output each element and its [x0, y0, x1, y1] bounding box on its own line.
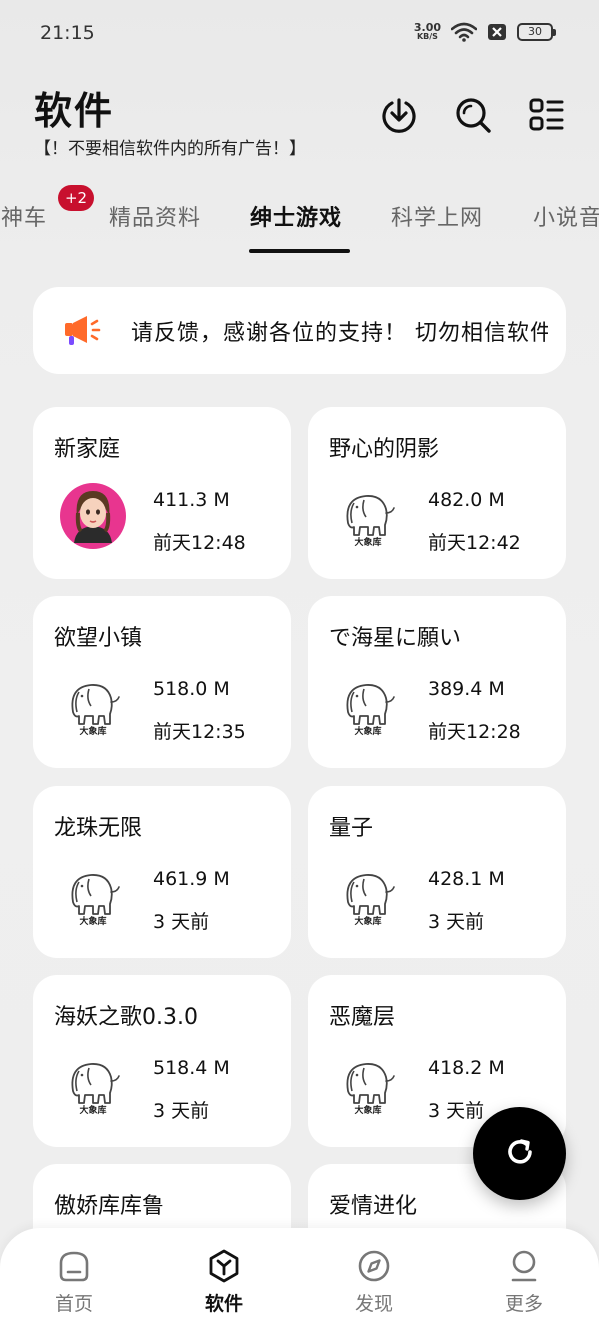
list-menu-icon[interactable] [527, 95, 567, 135]
tab-item-4[interactable]: 小说音 [533, 200, 599, 232]
tab-item-2-active[interactable]: 绅士游戏 [250, 200, 342, 232]
app-name: 傲娇库库鲁 [54, 1194, 165, 1219]
elephant-logo-text: 大象库 [354, 727, 382, 737]
app-updated-time: 前天12:48 [153, 532, 246, 554]
app-name: 爱情进化 [329, 1194, 418, 1219]
refresh-button[interactable] [473, 1107, 566, 1200]
app-updated-time: 前天12:35 [153, 721, 246, 743]
nav-software[interactable]: 软件 [184, 1248, 264, 1316]
app-updated-time: 3 天前 [428, 1100, 485, 1122]
nav-home[interactable]: 首页 [34, 1248, 114, 1316]
tab-badge: +2 [58, 185, 94, 211]
app-name: 龙珠无限 [54, 816, 143, 841]
app-size: 518.4 M [153, 1057, 230, 1079]
nav-software-label: 软件 [204, 1293, 243, 1315]
app-size: 411.3 M [153, 489, 230, 511]
search-icon[interactable] [453, 95, 493, 135]
elephant-logo-icon: 大象库 [60, 1051, 126, 1117]
active-tab-indicator [249, 249, 350, 253]
network-speed-unit: KB/S [416, 32, 438, 41]
compass-icon [334, 1248, 414, 1284]
announcement-bar[interactable]: 请反馈，感谢各位的支持！ 切勿相信软件内的所有广告！ [33, 287, 566, 374]
tab-item-0[interactable]: 时神车 [0, 200, 47, 232]
network-speed-value: 3.00 [413, 21, 441, 34]
tab-item-1[interactable]: 精品资料 [109, 200, 201, 232]
app-updated-time: 3 天前 [153, 911, 210, 933]
app-updated-time: 3 天前 [428, 911, 485, 933]
app-card[interactable]: 野心的阴影大象库 482.0 M 前天12:42 [308, 407, 566, 579]
elephant-logo-icon: 大象库 [60, 862, 126, 928]
tab-item-3[interactable]: 科学上网 [391, 200, 483, 232]
app-size: 461.9 M [153, 868, 230, 890]
app-size: 428.1 M [428, 868, 505, 890]
app-size: 418.2 M [428, 1057, 505, 1079]
announcement-text: 请反馈，感谢各位的支持！ 切勿相信软件内的所有广告！ [131, 321, 548, 346]
app-size: 482.0 M [428, 489, 505, 511]
download-icon[interactable] [379, 95, 419, 135]
elephant-logo-text: 大象库 [79, 1106, 107, 1116]
app-card[interactable]: 海妖之歌0.3.0 大象库 518.4 M 3 天前 [33, 975, 291, 1147]
app-name: 野心的阴影 [329, 437, 440, 462]
nav-home-label: 首页 [54, 1293, 93, 1315]
nav-more[interactable]: 更多 [484, 1248, 564, 1316]
elephant-logo-text: 大象库 [354, 1106, 382, 1116]
elephant-logo-text: 大象库 [354, 538, 382, 548]
no-sim-icon [487, 23, 507, 41]
elephant-logo-text: 大象库 [79, 727, 107, 737]
elephant-logo-text: 大象库 [354, 917, 382, 927]
app-card[interactable]: 欲望小镇大象库 518.0 M 前天12:35 [33, 596, 291, 768]
app-card[interactable]: 龙珠无限大象库 461.9 M 3 天前 [33, 786, 291, 958]
nav-more-label: 更多 [504, 1293, 543, 1315]
page-title: 软件 [34, 89, 115, 133]
elephant-logo-icon: 大象库 [60, 672, 126, 738]
app-size: 389.4 M [428, 678, 505, 700]
app-name: で海星に願い [329, 626, 462, 651]
app-card[interactable]: 新家庭 411.3 M 前天12:48 [33, 407, 291, 579]
nav-discover-label: 发现 [354, 1293, 393, 1315]
page-subtitle: 【！不要相信软件内的所有广告！】 [34, 139, 306, 159]
app-avatar-icon [60, 483, 126, 549]
app-card[interactable]: 量子大象库 428.1 M 3 天前 [308, 786, 566, 958]
status-bar: 21:15 3.00 KB/S 30 [0, 0, 599, 64]
megaphone-icon [63, 313, 103, 351]
bottom-navigation: 首页 软件 发现 更多 [0, 1228, 599, 1333]
status-indicators: 3.00 KB/S 30 [413, 21, 556, 42]
nav-discover[interactable]: 发现 [334, 1248, 414, 1316]
elephant-logo-icon: 大象库 [335, 672, 401, 738]
app-updated-time: 前天12:42 [428, 532, 521, 554]
status-time: 21:15 [40, 22, 95, 44]
app-updated-time: 3 天前 [153, 1100, 210, 1122]
elephant-logo-icon: 大象库 [335, 483, 401, 549]
battery-indicator: 30 [517, 23, 556, 41]
profile-icon [484, 1248, 564, 1284]
elephant-logo-icon: 大象库 [335, 1051, 401, 1117]
app-name: 量子 [329, 816, 374, 841]
app-card[interactable]: で海星に願い大象库 389.4 M 前天12:28 [308, 596, 566, 768]
wifi-icon [451, 22, 477, 42]
app-name: 海妖之歌0.3.0 [54, 1005, 198, 1030]
home-icon [34, 1248, 114, 1284]
app-name: 新家庭 [54, 437, 121, 462]
app-updated-time: 前天12:28 [428, 721, 521, 743]
software-icon [184, 1248, 264, 1284]
elephant-logo-text: 大象库 [79, 917, 107, 927]
app-size: 518.0 M [153, 678, 230, 700]
network-speed: 3.00 KB/S [413, 21, 441, 41]
refresh-icon [504, 1136, 536, 1172]
app-name: 欲望小镇 [54, 626, 143, 651]
elephant-logo-icon: 大象库 [335, 862, 401, 928]
app-name: 恶魔层 [329, 1005, 396, 1030]
